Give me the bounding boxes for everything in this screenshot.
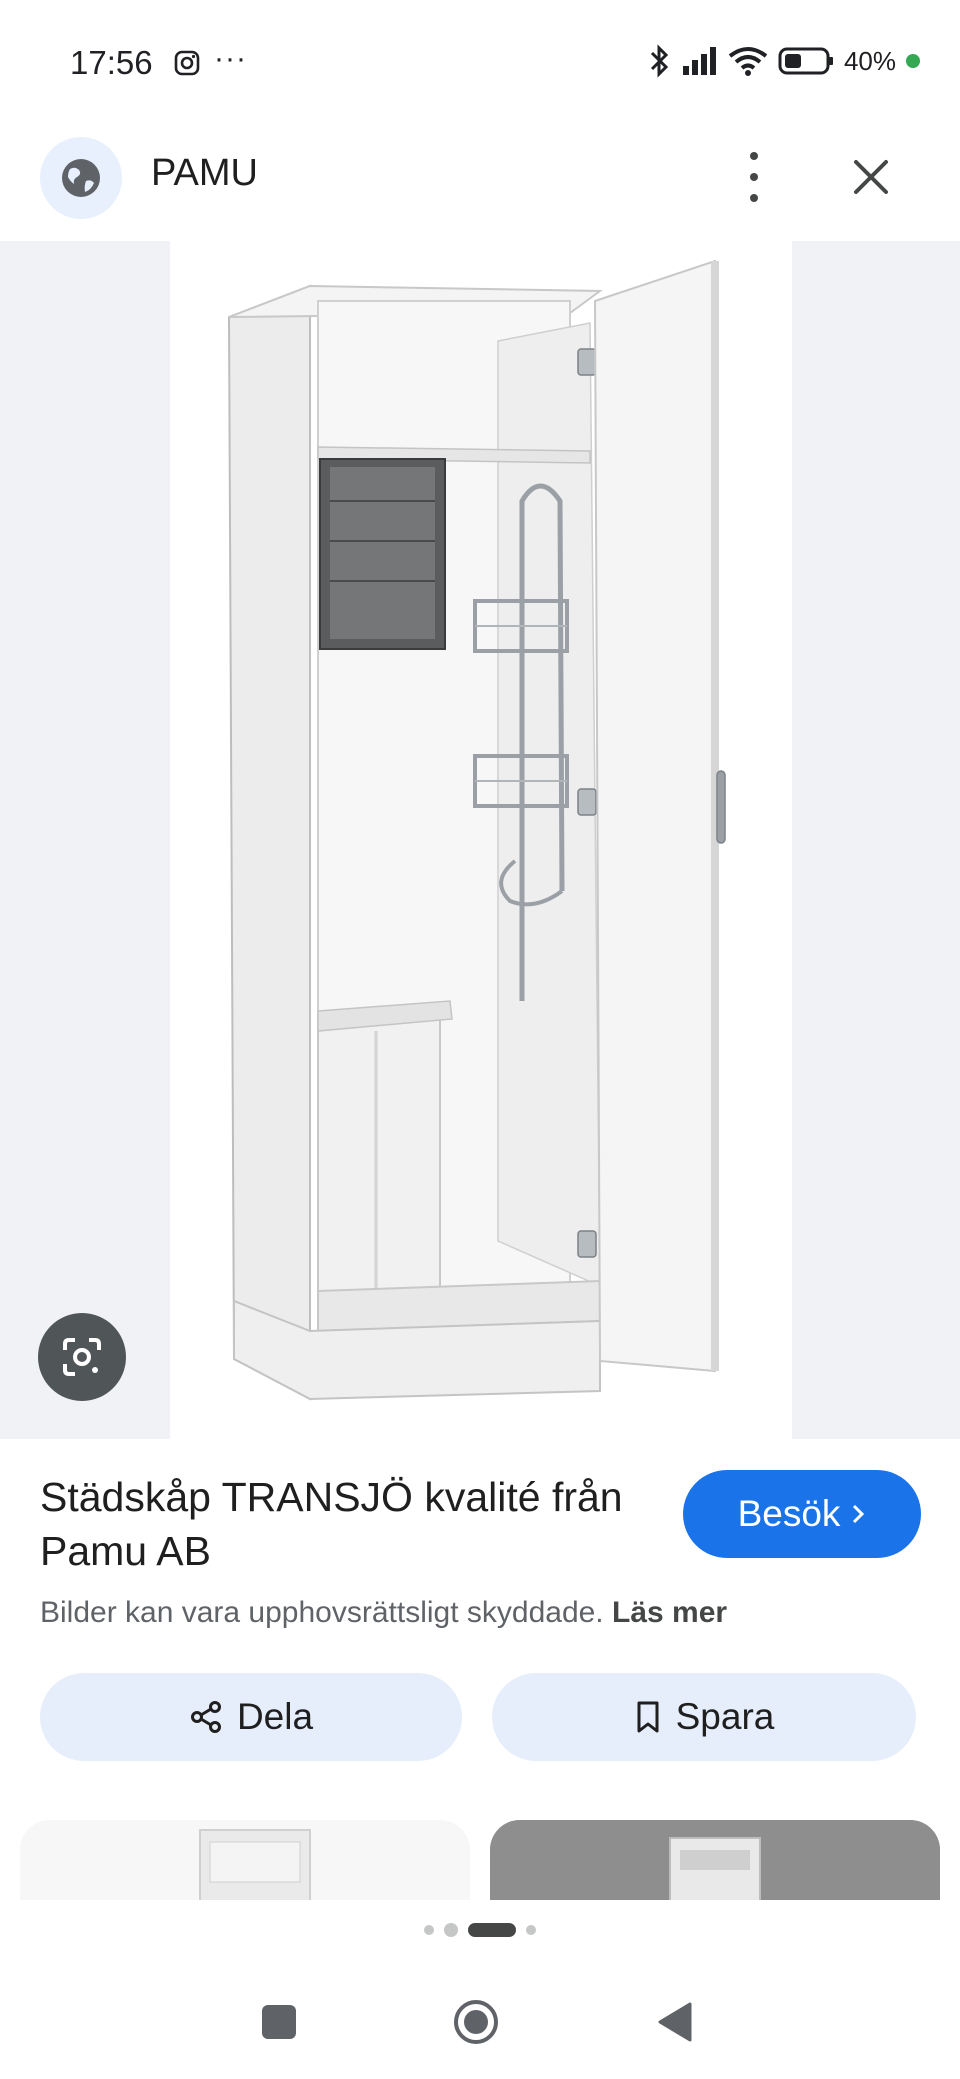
globe-icon [62, 159, 100, 197]
read-more-link[interactable]: Läs mer [612, 1596, 727, 1629]
site-name[interactable]: PAMU [151, 152, 258, 195]
home-button[interactable] [452, 1998, 500, 2046]
share-icon [190, 1701, 221, 1733]
recents-button[interactable] [262, 2005, 296, 2039]
page-dot [526, 1925, 536, 1935]
google-lens-button[interactable] [38, 1313, 126, 1401]
page-dot-active [468, 1923, 516, 1937]
lens-icon [63, 1338, 101, 1376]
carousel-page-indicator [0, 1900, 960, 1960]
site-favicon[interactable] [40, 137, 122, 219]
instagram-icon [174, 50, 200, 76]
signal-icon [682, 47, 716, 75]
page-dot [444, 1923, 458, 1937]
battery-percent: 40% [843, 45, 896, 76]
status-time: 17:56 [70, 44, 153, 81]
battery-icon [778, 47, 833, 75]
status-icons: 40% [648, 44, 920, 78]
back-button[interactable] [656, 2000, 696, 2044]
disclaimer-text: Bilder kan vara upphovsrättsligt skyddad… [40, 1596, 604, 1629]
product-image[interactable] [170, 241, 792, 1439]
result-title[interactable]: Städskåp TRANSJÖ kvalité från Pamu AB [40, 1470, 640, 1578]
visit-button[interactable]: Besök [683, 1470, 921, 1558]
bluetooth-icon [650, 44, 669, 78]
share-button[interactable]: Dela [40, 1673, 462, 1761]
bookmark-icon [637, 1701, 659, 1733]
save-button[interactable]: Spara [492, 1673, 916, 1761]
visit-label: Besök [737, 1493, 841, 1534]
more-vert-icon[interactable] [742, 152, 766, 202]
status-dot [906, 54, 920, 68]
wifi-icon [728, 47, 768, 76]
save-label: Spara [675, 1696, 775, 1737]
notification-more-icon: ··· [214, 42, 247, 75]
page-dot [424, 1925, 434, 1935]
chevron-right-icon [853, 1504, 865, 1524]
copyright-notice: Bilder kan vara upphovsrättsligt skyddad… [40, 1596, 727, 1630]
share-label: Dela [236, 1696, 314, 1737]
cabinet-illustration [227, 259, 726, 1401]
close-icon[interactable] [846, 152, 896, 202]
